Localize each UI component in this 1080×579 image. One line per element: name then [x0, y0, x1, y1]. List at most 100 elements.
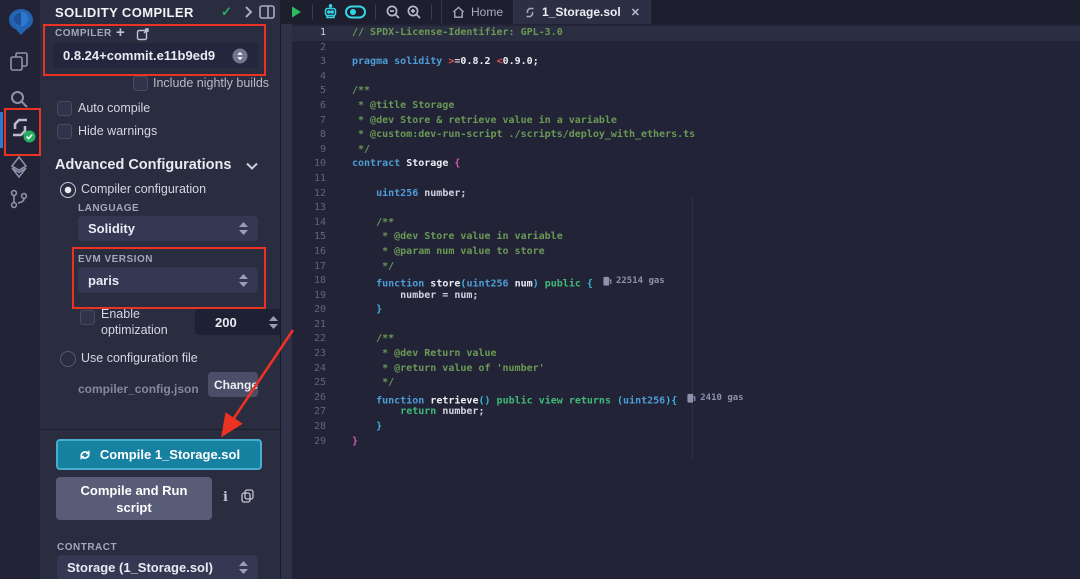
- code-area[interactable]: // SPDX-License-Identifier: GPL-3.0 pragm…: [340, 24, 1080, 579]
- evm-version-select[interactable]: paris: [78, 267, 258, 293]
- line-number: 1: [292, 26, 340, 41]
- line-number: 10: [292, 157, 340, 172]
- evm-version-label: EVM VERSION: [78, 254, 153, 265]
- line-number: 2: [292, 41, 340, 56]
- line-number: 15: [292, 230, 340, 245]
- toolbar-separator: [431, 4, 432, 20]
- code-line: function store(uint256 num) public {2251…: [352, 274, 1080, 289]
- panel-title: SOLIDITY COMPILER: [55, 5, 194, 20]
- indent-guide: [692, 196, 693, 460]
- line-number: 8: [292, 128, 340, 143]
- git-icon[interactable]: [8, 188, 32, 212]
- code-line: */: [352, 260, 1080, 275]
- nightly-builds-label: Include nightly builds: [153, 76, 269, 90]
- line-number: 20: [292, 303, 340, 318]
- line-number: 27: [292, 405, 340, 420]
- enable-optimization-checkbox[interactable]: [80, 310, 95, 325]
- deploy-run-icon[interactable]: [8, 155, 32, 179]
- change-config-button[interactable]: Change: [208, 372, 258, 397]
- line-number: 22: [292, 332, 340, 347]
- search-icon[interactable]: [8, 88, 32, 112]
- active-plugin-indicator: [0, 112, 3, 148]
- line-number: 11: [292, 172, 340, 187]
- line-number: 3: [292, 55, 340, 70]
- tab-1-storage-sol[interactable]: 1_Storage.sol ✕: [514, 0, 651, 24]
- sort-arrows-icon: [239, 561, 248, 574]
- compile-button[interactable]: Compile 1_Storage.sol: [56, 439, 262, 470]
- line-number: 26: [292, 391, 340, 406]
- activity-bar: [0, 0, 41, 579]
- advanced-configurations-title[interactable]: Advanced Configurations: [55, 157, 231, 173]
- code-line: contract Storage {: [352, 157, 1080, 172]
- code-line: */: [352, 143, 1080, 158]
- code-line: * @dev Store & retrieve value in a varia…: [352, 114, 1080, 129]
- file-explorer-icon[interactable]: [8, 50, 32, 74]
- chevron-right-icon[interactable]: [244, 5, 253, 19]
- compiler-configuration-label: Compiler configuration: [81, 182, 206, 196]
- contract-select[interactable]: Storage (1_Storage.sol): [57, 555, 258, 579]
- chevron-down-icon[interactable]: [246, 162, 258, 170]
- compiler-label: COMPILER: [55, 28, 112, 39]
- info-icon[interactable]: i: [223, 490, 228, 505]
- copy-config-icon[interactable]: [136, 27, 150, 41]
- code-line: /**: [352, 216, 1080, 231]
- hide-warnings-checkbox[interactable]: [57, 124, 72, 139]
- toolbar-separator: [375, 4, 376, 20]
- tab-bar: Home 1_Storage.sol ✕: [280, 0, 1080, 24]
- remix-logo[interactable]: [8, 8, 32, 32]
- code-line: */: [352, 376, 1080, 391]
- code-line: * @custom:dev-run-script ./scripts/deplo…: [352, 128, 1080, 143]
- line-number: 21: [292, 318, 340, 333]
- language-label: LANGUAGE: [78, 203, 139, 214]
- toolbar-separator: [312, 4, 313, 20]
- code-line: }: [352, 303, 1080, 318]
- language-select[interactable]: Solidity: [78, 216, 258, 241]
- pin-panel-icon[interactable]: [259, 5, 275, 19]
- code-line: [352, 70, 1080, 85]
- code-line: // SPDX-License-Identifier: GPL-3.0: [340, 26, 1080, 41]
- line-number: 24: [292, 362, 340, 377]
- compiler-configuration-radio[interactable]: [60, 182, 76, 198]
- remix-ide-window: { "activity_bar": { "icons": ["remix-log…: [0, 0, 1080, 579]
- line-number: 13: [292, 201, 340, 216]
- code-editor[interactable]: 1234567891011121314151617181920212223242…: [292, 24, 1080, 579]
- code-line: * @param num value to store: [352, 245, 1080, 260]
- gutter: 1234567891011121314151617181920212223242…: [292, 24, 340, 579]
- optimization-runs-input[interactable]: 200: [195, 309, 286, 335]
- contract-label: CONTRACT: [57, 542, 117, 553]
- copy-icon[interactable]: [241, 489, 254, 503]
- auto-compile-checkbox[interactable]: [57, 101, 72, 116]
- refresh-icon: [78, 448, 92, 462]
- hide-warnings-label: Hide warnings: [78, 124, 157, 138]
- code-line: }: [352, 435, 1080, 450]
- gas-estimate-badge: 2410 gas: [687, 391, 743, 406]
- code-line: * @dev Return value: [352, 347, 1080, 362]
- close-icon[interactable]: ✕: [631, 6, 640, 19]
- code-line: pragma solidity >=0.8.2 <0.9.0;: [352, 55, 1080, 70]
- zoom-out-icon[interactable]: [385, 4, 401, 20]
- select-stepper-icon: [232, 48, 248, 64]
- ai-assistant-icon[interactable]: [322, 4, 339, 20]
- solidity-compiler-icon[interactable]: [8, 116, 32, 140]
- zoom-in-icon[interactable]: [406, 4, 422, 20]
- use-configuration-file-radio[interactable]: [60, 351, 76, 367]
- line-number: 12: [292, 187, 340, 202]
- add-compiler-icon[interactable]: +: [116, 24, 125, 41]
- line-number: 7: [292, 114, 340, 129]
- code-line: function retrieve() public view returns …: [352, 391, 1080, 406]
- compile-and-run-button[interactable]: Compile and Run script: [56, 477, 212, 520]
- line-number: 18: [292, 274, 340, 289]
- compiler-version-select[interactable]: 0.8.24+commit.e11b9ed9: [53, 43, 258, 68]
- code-line: uint256 number;: [352, 187, 1080, 202]
- config-file-name: compiler_config.json: [78, 382, 199, 396]
- play-icon[interactable]: [289, 5, 303, 19]
- use-configuration-file-label: Use configuration file: [81, 351, 198, 365]
- line-number: 4: [292, 70, 340, 85]
- nightly-builds-checkbox[interactable]: [133, 76, 148, 91]
- code-line: [352, 318, 1080, 333]
- sort-arrows-icon: [239, 274, 248, 287]
- code-line: /**: [352, 84, 1080, 99]
- tab-home[interactable]: Home: [441, 0, 514, 24]
- toggle-icon[interactable]: [345, 5, 366, 19]
- line-number: 25: [292, 376, 340, 391]
